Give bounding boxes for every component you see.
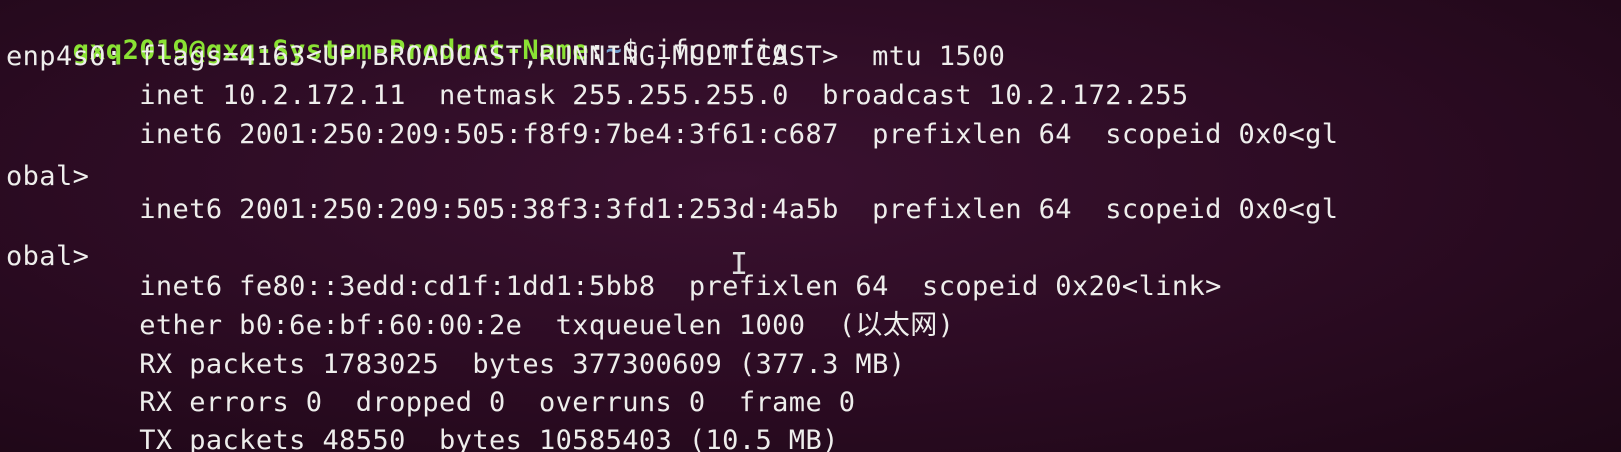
output-line: enp4s0: flags=4163<UP,BROADCAST,RUNNING,… [6, 41, 1006, 72]
output-line: RX packets 1783025 bytes 377300609 (377.… [6, 349, 906, 380]
output-line: inet6 2001:250:209:505:38f3:3fd1:253d:4a… [6, 194, 1339, 225]
output-line: RX errors 0 dropped 0 overruns 0 frame 0 [6, 387, 856, 418]
output-line: inet 10.2.172.11 netmask 255.255.255.0 b… [6, 80, 1189, 111]
output-line: ether b0:6e:bf:60:00:2e txqueuelen 1000 … [6, 310, 955, 341]
output-line: obal> [6, 161, 90, 192]
terminal-window[interactable]: gxq2019@gxq-System-Product-Name:~$ ifcon… [0, 0, 1621, 452]
prompt-line: gxq2019@gxq-System-Product-Name:~$ ifcon… [6, 0, 789, 66]
output-line: inet6 fe80::3edd:cd1f:1dd1:5bb8 prefixle… [6, 271, 1222, 302]
text-cursor-icon: I [730, 247, 749, 282]
output-line: obal> [6, 241, 90, 272]
output-line: inet6 2001:250:209:505:f8f9:7be4:3f61:c6… [6, 119, 1339, 150]
output-line: TX packets 48550 bytes 10585403 (10.5 MB… [6, 425, 839, 452]
